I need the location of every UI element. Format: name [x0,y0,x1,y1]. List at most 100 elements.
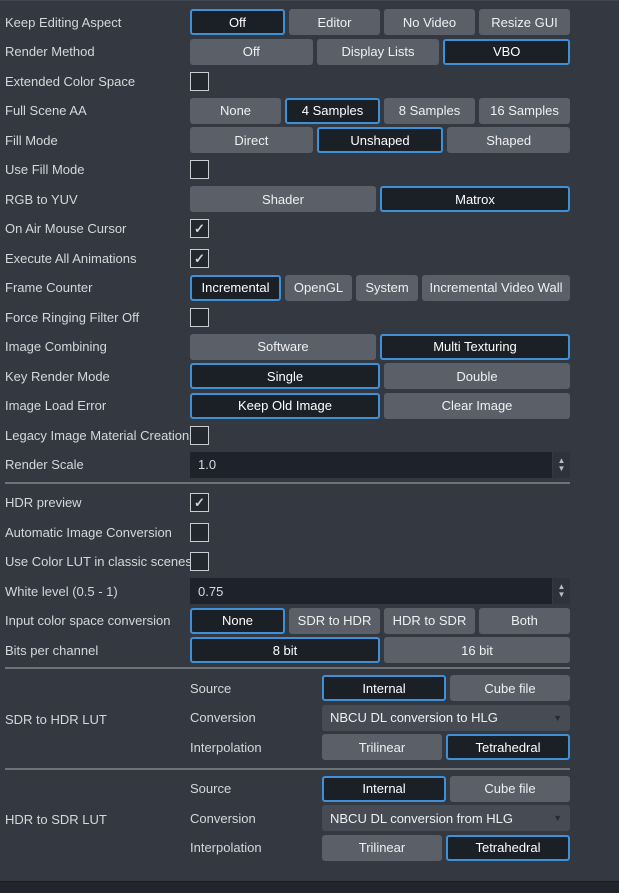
render-method-option-off[interactable]: Off [190,39,313,65]
legacy-image-material-creation-label: Legacy Image Material Creation [5,428,190,443]
full-scene-aa-option-8-samples[interactable]: 8 Samples [384,98,475,124]
input-color-space-option-none[interactable]: None [190,608,285,634]
sdr-to-hdr-lut-section: SDR to HDR LUT Source Internal Cube file… [5,675,619,764]
use-color-lut-in-classic-scenes-checkbox[interactable]: ✓ [190,552,209,571]
hdr-to-sdr-source-option-cube-file[interactable]: Cube file [450,776,570,802]
image-combining-group: Software Multi Texturing [190,334,570,360]
rgb-to-yuv-option-shader[interactable]: Shader [190,186,376,212]
row-keep-editing-aspect: Keep Editing Aspect Off Editor No Video … [5,9,619,35]
hdr-to-sdr-lut-section: HDR to SDR LUT Source Internal Cube file… [5,776,619,865]
automatic-image-conversion-checkbox[interactable]: ✓ [190,523,209,542]
render-scale-input[interactable] [190,452,552,478]
source-label: Source [190,781,322,796]
render-method-group: Off Display Lists VBO [190,39,570,65]
hdr-to-sdr-conversion-dropdown[interactable]: NBCU DL conversion from HLG ▼ [322,805,570,831]
source-label: Source [190,681,322,696]
sdr-to-hdr-source-option-internal[interactable]: Internal [322,675,446,701]
image-load-error-option-keep-old-image[interactable]: Keep Old Image [190,393,380,419]
hdr-preview-label: HDR preview [5,495,190,510]
input-color-space-option-sdr-to-hdr[interactable]: SDR to HDR [289,608,380,634]
frame-counter-option-system[interactable]: System [356,275,418,301]
bits-per-channel-option-8-bit[interactable]: 8 bit [190,637,380,663]
full-scene-aa-option-16-samples[interactable]: 16 Samples [479,98,570,124]
full-scene-aa-label: Full Scene AA [5,103,190,118]
frame-counter-option-incremental[interactable]: Incremental [190,275,281,301]
sdr-to-hdr-source-option-cube-file[interactable]: Cube file [450,675,570,701]
row-extended-color-space: Extended Color Space ✓ [5,68,619,94]
fill-mode-option-unshaped[interactable]: Unshaped [317,127,444,153]
keep-editing-aspect-option-editor[interactable]: Editor [289,9,380,35]
key-render-mode-label: Key Render Mode [5,369,190,384]
frame-counter-option-incremental-video-wall[interactable]: Incremental Video Wall [422,275,570,301]
white-level-input[interactable] [190,578,552,604]
fill-mode-option-direct[interactable]: Direct [190,127,313,153]
section-divider [5,667,570,669]
white-level-spin-buttons[interactable]: ▲ ▼ [553,578,570,604]
keep-editing-aspect-option-off[interactable]: Off [190,9,285,35]
use-fill-mode-checkbox[interactable]: ✓ [190,160,209,179]
image-combining-option-software[interactable]: Software [190,334,376,360]
interpolation-label: Interpolation [190,740,322,755]
row-hdr-preview: HDR preview ✓ [5,490,619,516]
chevron-down-icon: ▼ [553,713,562,723]
on-air-mouse-cursor-checkbox[interactable]: ✓ [190,219,209,238]
row-image-load-error: Image Load Error Keep Old Image Clear Im… [5,393,619,419]
hdr-preview-checkbox[interactable]: ✓ [190,493,209,512]
full-scene-aa-option-none[interactable]: None [190,98,281,124]
force-ringing-filter-off-checkbox[interactable]: ✓ [190,308,209,327]
checkmark-icon: ✓ [194,252,205,265]
row-sdr-to-hdr-conversion: Conversion NBCU DL conversion to HLG ▼ [190,705,570,731]
keep-editing-aspect-option-no-video[interactable]: No Video [384,9,475,35]
image-combining-option-multi-texturing[interactable]: Multi Texturing [380,334,570,360]
spin-down-icon[interactable]: ▼ [558,465,566,473]
key-render-mode-option-double[interactable]: Double [384,363,570,389]
bits-per-channel-option-16-bit[interactable]: 16 bit [384,637,570,663]
render-method-option-display-lists[interactable]: Display Lists [317,39,440,65]
automatic-image-conversion-label: Automatic Image Conversion [5,525,190,540]
keep-editing-aspect-option-resize-gui[interactable]: Resize GUI [479,9,570,35]
key-render-mode-option-single[interactable]: Single [190,363,380,389]
image-load-error-group: Keep Old Image Clear Image [190,393,570,419]
row-execute-all-animations: Execute All Animations ✓ [5,245,619,271]
row-hdr-to-sdr-source: Source Internal Cube file [190,776,570,802]
row-image-combining: Image Combining Software Multi Texturing [5,334,619,360]
row-key-render-mode: Key Render Mode Single Double [5,363,619,389]
input-color-space-option-hdr-to-sdr[interactable]: HDR to SDR [384,608,475,634]
sdr-to-hdr-interpolation-option-trilinear[interactable]: Trilinear [322,734,442,760]
keep-editing-aspect-group: Off Editor No Video Resize GUI [190,9,570,35]
image-load-error-label: Image Load Error [5,398,190,413]
hdr-to-sdr-interpolation-group: Trilinear Tetrahedral [322,835,570,861]
sdr-to-hdr-interpolation-option-tetrahedral[interactable]: Tetrahedral [446,734,570,760]
hdr-to-sdr-interpolation-option-tetrahedral[interactable]: Tetrahedral [446,835,570,861]
keep-editing-aspect-label: Keep Editing Aspect [5,15,190,30]
checkmark-icon: ✓ [194,496,205,509]
row-fill-mode: Fill Mode Direct Unshaped Shaped [5,127,619,153]
fill-mode-option-shaped[interactable]: Shaped [447,127,570,153]
on-air-mouse-cursor-label: On Air Mouse Cursor [5,221,190,236]
render-scale-spin-buttons[interactable]: ▲ ▼ [553,452,570,478]
sdr-to-hdr-lut-label: SDR to HDR LUT [5,675,190,764]
hdr-to-sdr-interpolation-option-trilinear[interactable]: Trilinear [322,835,442,861]
sdr-to-hdr-conversion-dropdown[interactable]: NBCU DL conversion to HLG ▼ [322,705,570,731]
use-fill-mode-label: Use Fill Mode [5,162,190,177]
execute-all-animations-checkbox[interactable]: ✓ [190,249,209,268]
row-frame-counter: Frame Counter Incremental OpenGL System … [5,275,619,301]
extended-color-space-label: Extended Color Space [5,74,190,89]
legacy-image-material-creation-checkbox[interactable]: ✓ [190,426,209,445]
image-load-error-option-clear-image[interactable]: Clear Image [384,393,570,419]
hdr-to-sdr-lut-label: HDR to SDR LUT [5,776,190,865]
row-rgb-to-yuv: RGB to YUV Shader Matrox [5,186,619,212]
full-scene-aa-option-4-samples[interactable]: 4 Samples [285,98,380,124]
row-hdr-to-sdr-interpolation: Interpolation Trilinear Tetrahedral [190,835,570,861]
full-scene-aa-group: None 4 Samples 8 Samples 16 Samples [190,98,570,124]
extended-color-space-checkbox[interactable]: ✓ [190,72,209,91]
sdr-to-hdr-source-group: Internal Cube file [322,675,570,701]
row-white-level: White level (0.5 - 1) ▲ ▼ [5,578,619,604]
input-color-space-option-both[interactable]: Both [479,608,570,634]
spin-down-icon[interactable]: ▼ [558,591,566,599]
frame-counter-option-opengl[interactable]: OpenGL [285,275,352,301]
input-color-space-conversion-label: Input color space conversion [5,613,190,628]
hdr-to-sdr-source-option-internal[interactable]: Internal [322,776,446,802]
rgb-to-yuv-option-matrox[interactable]: Matrox [380,186,570,212]
render-method-option-vbo[interactable]: VBO [443,39,570,65]
